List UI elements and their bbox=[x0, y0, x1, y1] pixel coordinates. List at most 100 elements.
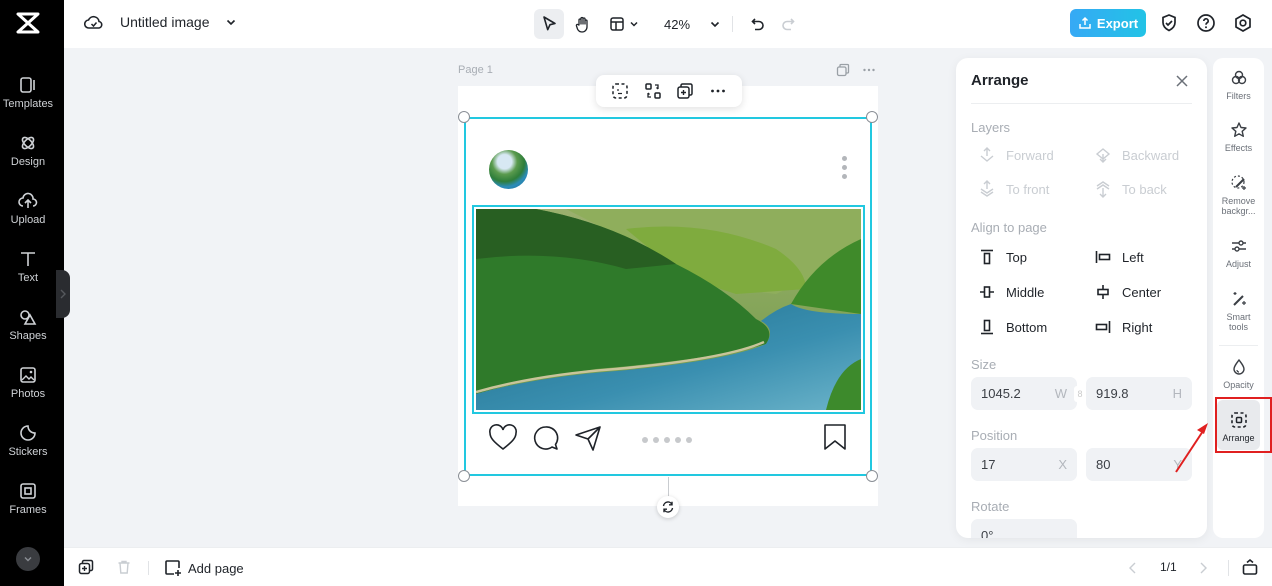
tool-smart-tools[interactable]: Smart tools bbox=[1213, 290, 1264, 332]
shield-check-icon[interactable] bbox=[1159, 13, 1179, 33]
resize-handle-top-right[interactable] bbox=[866, 111, 878, 123]
rotate-section-label: Rotate bbox=[971, 499, 1010, 514]
layer-to-back-button[interactable]: To back bbox=[1094, 180, 1167, 198]
align-center-button[interactable]: Center bbox=[1094, 283, 1161, 301]
divider bbox=[732, 16, 733, 32]
sidebar-item-frames[interactable]: Frames bbox=[0, 481, 56, 516]
sidebar-collapse-handle[interactable] bbox=[56, 270, 70, 318]
duplicate-page-icon[interactable] bbox=[836, 63, 850, 77]
sidebar-item-design[interactable]: Design bbox=[0, 133, 56, 168]
rotate-handle[interactable] bbox=[657, 496, 679, 518]
magic-wand-icon bbox=[1232, 292, 1246, 306]
height-input[interactable]: 919.8 H bbox=[1086, 377, 1192, 410]
post-more-icon[interactable] bbox=[842, 156, 847, 179]
to-front-icon bbox=[980, 180, 994, 197]
sidebar-item-upload[interactable]: Upload bbox=[0, 191, 56, 226]
layer-forward-button[interactable]: Forward bbox=[978, 146, 1054, 164]
chevron-down-icon bbox=[629, 21, 638, 27]
cloud-saved-icon[interactable] bbox=[84, 12, 104, 32]
help-icon[interactable] bbox=[1196, 13, 1216, 33]
tool-adjust[interactable]: Adjust bbox=[1213, 237, 1264, 269]
settings-icon[interactable] bbox=[1233, 13, 1253, 33]
align-left-icon bbox=[1095, 251, 1111, 263]
share-send-icon[interactable] bbox=[574, 424, 602, 452]
align-top-button[interactable]: Top bbox=[978, 248, 1027, 266]
shapes-icon bbox=[20, 310, 37, 325]
align-bottom-button[interactable]: Bottom bbox=[978, 318, 1047, 336]
replace-icon[interactable] bbox=[644, 82, 662, 100]
align-right-button[interactable]: Right bbox=[1094, 318, 1152, 336]
rotate-input[interactable]: 0° bbox=[971, 519, 1077, 538]
redo-icon bbox=[782, 18, 795, 31]
tool-remove-background[interactable]: Remove backgr... bbox=[1213, 174, 1264, 216]
undo-button[interactable] bbox=[743, 9, 773, 39]
rotate-icon bbox=[662, 501, 674, 513]
like-heart-icon[interactable] bbox=[488, 424, 518, 452]
align-right-icon bbox=[1095, 321, 1111, 333]
zoom-dropdown-chevron-icon[interactable] bbox=[708, 17, 722, 31]
design-icon bbox=[21, 136, 35, 150]
adjust-sliders-icon bbox=[1231, 240, 1246, 252]
resize-handle-bottom-left[interactable] bbox=[458, 470, 470, 482]
previous-page-icon[interactable] bbox=[1127, 561, 1139, 575]
export-button[interactable]: Export bbox=[1070, 9, 1146, 37]
width-input[interactable]: 1045.2 W bbox=[971, 377, 1077, 410]
duplicate-icon[interactable] bbox=[676, 82, 694, 100]
arrange-panel: Arrange Layers Forward Backward To front… bbox=[956, 58, 1207, 538]
sidebar-item-text[interactable]: Text bbox=[0, 249, 56, 284]
tool-opacity[interactable]: Opacity bbox=[1213, 358, 1264, 390]
resize-handle-bottom-right[interactable] bbox=[866, 470, 878, 482]
layout-icon bbox=[609, 17, 624, 31]
position-x-input[interactable]: 17 X bbox=[971, 448, 1077, 481]
align-left-button[interactable]: Left bbox=[1094, 248, 1144, 266]
tool-effects[interactable]: Effects bbox=[1213, 121, 1264, 153]
sidebar-item-stickers[interactable]: Stickers bbox=[0, 423, 56, 458]
sidebar-item-label: Design bbox=[10, 156, 46, 168]
landscape-image bbox=[476, 209, 861, 410]
delete-page-button[interactable] bbox=[116, 559, 132, 575]
layer-backward-button[interactable]: Backward bbox=[1094, 146, 1179, 164]
smart-select-icon[interactable] bbox=[611, 82, 629, 100]
capcut-logo-icon[interactable] bbox=[14, 10, 42, 36]
panel-title: Arrange bbox=[971, 72, 1029, 89]
zoom-level[interactable]: 42% bbox=[664, 17, 704, 32]
text-icon bbox=[21, 252, 35, 266]
sidebar-item-label: Upload bbox=[10, 214, 46, 226]
expand-pages-icon[interactable] bbox=[1241, 558, 1259, 576]
layout-menu-button[interactable] bbox=[604, 9, 644, 39]
resize-handle-top-left[interactable] bbox=[458, 111, 470, 123]
trash-icon bbox=[118, 560, 130, 574]
sidebar-more-button[interactable] bbox=[16, 547, 40, 571]
sidebar-item-shapes[interactable]: Shapes bbox=[0, 307, 56, 342]
left-sidebar: Templates Design Upload Text Shapes Phot… bbox=[0, 0, 64, 586]
next-page-icon[interactable] bbox=[1197, 561, 1209, 575]
stickers-icon bbox=[20, 425, 36, 441]
templates-icon bbox=[20, 77, 35, 93]
bookmark-icon[interactable] bbox=[822, 423, 848, 451]
hand-tool-button[interactable] bbox=[568, 9, 598, 39]
duplicate-page-button[interactable] bbox=[78, 559, 94, 575]
highlight-annotation-box bbox=[1215, 397, 1272, 453]
document-title[interactable]: Untitled image bbox=[120, 14, 210, 30]
post-avatar[interactable] bbox=[489, 150, 528, 189]
comment-icon[interactable] bbox=[532, 424, 560, 452]
layer-to-front-button[interactable]: To front bbox=[978, 180, 1049, 198]
export-icon bbox=[1079, 16, 1091, 29]
redo-button[interactable] bbox=[773, 9, 803, 39]
more-icon[interactable] bbox=[709, 82, 727, 100]
landscape-photo[interactable] bbox=[476, 209, 861, 410]
more-icon[interactable] bbox=[862, 63, 876, 77]
photos-icon bbox=[20, 367, 36, 383]
sidebar-item-photos[interactable]: Photos bbox=[0, 365, 56, 400]
add-page-button[interactable]: Add page bbox=[164, 559, 244, 577]
tool-filters[interactable]: Filters bbox=[1213, 69, 1264, 101]
sidebar-item-templates[interactable]: Templates bbox=[0, 75, 56, 110]
close-icon[interactable] bbox=[1174, 73, 1190, 89]
select-tool-button[interactable] bbox=[534, 9, 564, 39]
layers-section-label: Layers bbox=[971, 120, 1011, 135]
lock-ratio-icon[interactable]: 8 bbox=[1074, 386, 1086, 402]
align-middle-button[interactable]: Middle bbox=[978, 283, 1044, 301]
remove-background-icon bbox=[1230, 175, 1246, 190]
chevron-down-icon[interactable] bbox=[224, 15, 238, 29]
divider bbox=[148, 561, 149, 575]
